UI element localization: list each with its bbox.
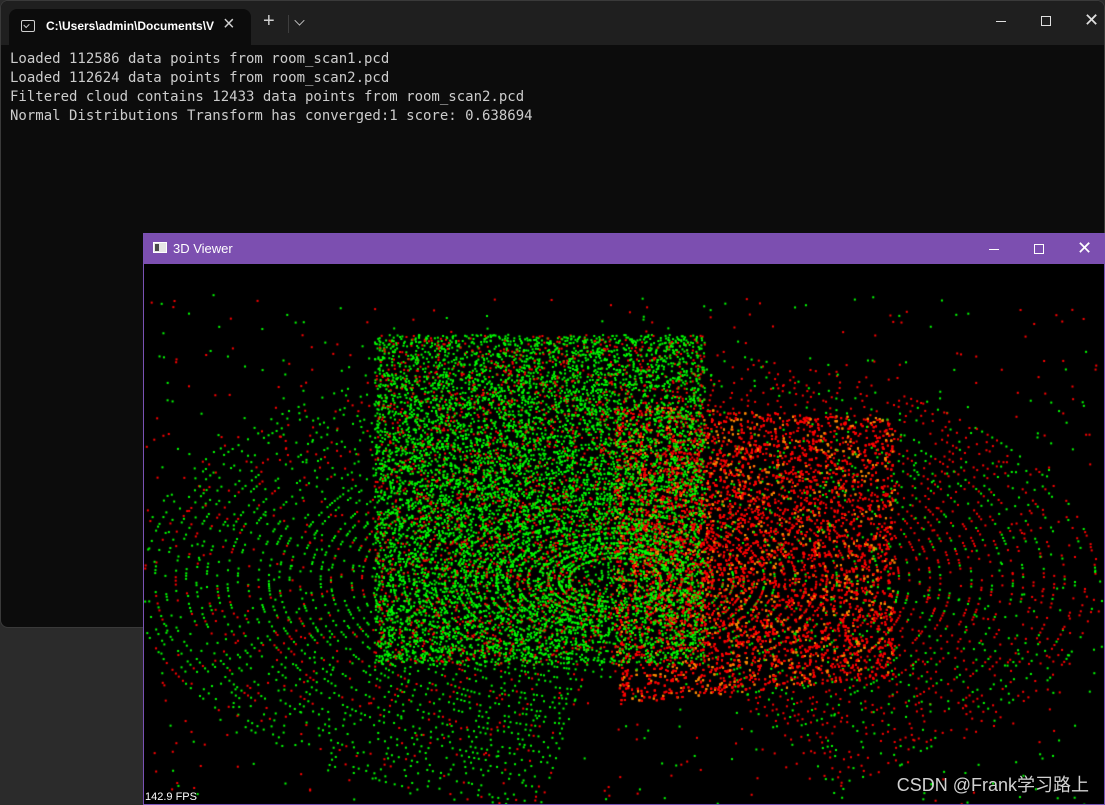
viewer-maximize-button[interactable] [1017, 234, 1061, 264]
minimize-icon [996, 21, 1006, 22]
terminal-icon [21, 20, 35, 32]
fps-counter: 142.9 FPS [145, 791, 197, 803]
console-line: Filtered cloud contains 12433 data point… [10, 89, 525, 105]
close-icon: ✕ [1077, 238, 1093, 258]
console-output: Loaded 112586 data points from room_scan… [10, 50, 533, 126]
console-line: Loaded 112624 data points from room_scan… [10, 70, 390, 86]
tab-separator [288, 15, 289, 33]
maximize-icon [1041, 16, 1051, 26]
viewer-close-button[interactable]: ✕ [1062, 234, 1104, 264]
viewer-title: 3D Viewer [173, 241, 233, 256]
terminal-tab[interactable]: C:\Users\admin\Documents\V × [9, 9, 251, 45]
close-icon: ✕ [1084, 10, 1100, 30]
chevron-down-icon[interactable] [294, 15, 305, 26]
close-button[interactable]: ✕ [1069, 7, 1104, 37]
new-tab-button[interactable]: + [263, 11, 275, 31]
maximize-icon [1034, 244, 1044, 254]
viewer-minimize-button[interactable] [972, 234, 1016, 264]
tab-close-icon[interactable]: × [223, 13, 235, 36]
terminal-titlebar[interactable]: C:\Users\admin\Documents\V × + ✕ [1, 1, 1104, 45]
viewer-titlebar[interactable]: 3D Viewer ✕ [144, 234, 1104, 264]
watermark: CSDN @Frank学习路上 [896, 775, 1089, 795]
minimize-icon [989, 249, 999, 250]
console-line: Normal Distributions Transform has conve… [10, 108, 533, 124]
minimize-button[interactable] [979, 7, 1023, 37]
point-cloud-canvas[interactable] [144, 264, 1104, 804]
app-window-icon [153, 242, 167, 253]
maximize-button[interactable] [1024, 7, 1068, 37]
viewer-window[interactable]: 3D Viewer ✕ 142.9 FPS [143, 233, 1105, 805]
console-line: Loaded 112586 data points from room_scan… [10, 51, 390, 67]
tab-title: C:\Users\admin\Documents\V [46, 19, 215, 33]
